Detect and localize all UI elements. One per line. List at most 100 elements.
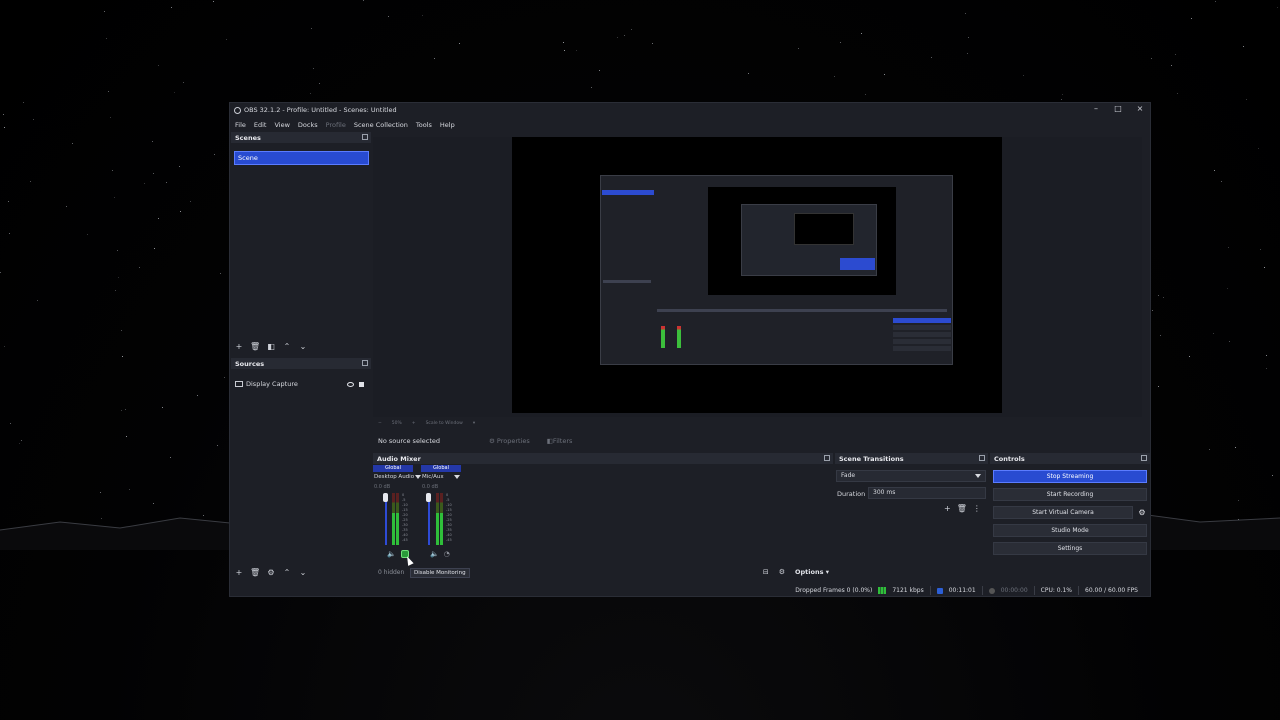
scale-mode[interactable]: Scale to Window: [426, 421, 463, 426]
menu-file[interactable]: File: [235, 121, 246, 129]
studio-mode-button[interactable]: Studio Mode: [993, 524, 1147, 537]
undock-icon[interactable]: [1141, 455, 1147, 461]
menu-view[interactable]: View: [274, 121, 289, 129]
channel-name[interactable]: Desktop Audio: [374, 474, 414, 480]
star: [33, 119, 34, 120]
volume-fader-track[interactable]: [385, 497, 387, 545]
start-virtual-camera-button[interactable]: Start Virtual Camera: [993, 506, 1133, 519]
zoom-in-icon[interactable]: +: [412, 421, 416, 426]
undock-icon[interactable]: [362, 134, 368, 140]
volume-fader-handle[interactable]: [426, 493, 431, 502]
chevron-down-icon[interactable]: ▾: [473, 421, 475, 426]
undock-icon[interactable]: [979, 455, 985, 461]
lock-icon[interactable]: [359, 381, 364, 387]
star: [183, 82, 184, 83]
volume-fader-handle[interactable]: [383, 493, 388, 502]
star: [931, 57, 932, 58]
star: [564, 50, 565, 51]
preview-canvas[interactable]: [512, 137, 1002, 413]
add-source-icon[interactable]: +: [234, 568, 244, 577]
star: [112, 170, 113, 171]
undock-icon[interactable]: [362, 360, 368, 366]
scene-filters-icon[interactable]: ◧: [266, 342, 276, 351]
stop-streaming-button[interactable]: Stop Streaming: [993, 470, 1147, 483]
zoom-out-icon[interactable]: −: [378, 421, 382, 426]
add-scene-icon[interactable]: +: [234, 342, 244, 351]
star: [840, 42, 841, 43]
filters-button[interactable]: ◧Filters: [541, 437, 579, 445]
menu-tools[interactable]: Tools: [416, 121, 432, 129]
channel-menu-chevron-icon[interactable]: [454, 475, 460, 479]
options-label: Options: [794, 568, 824, 576]
hidden-count[interactable]: 0 hidden: [378, 569, 404, 576]
star: [197, 395, 198, 396]
source-name: Display Capture: [246, 380, 298, 388]
source-row-display-capture[interactable]: Display Capture: [235, 380, 367, 388]
visibility-eye-icon[interactable]: [347, 381, 354, 387]
remove-scene-icon[interactable]: 🗑: [250, 342, 260, 351]
star: [121, 330, 122, 331]
menu-scene-collection[interactable]: Scene Collection: [354, 121, 408, 129]
divider: [1033, 586, 1035, 595]
star: [1229, 341, 1230, 342]
duration-field[interactable]: 300 ms: [868, 487, 986, 499]
monitoring-headphones-icon[interactable]: ◔: [444, 550, 450, 558]
star: [3, 114, 4, 115]
title-bar: OBS 32.1.2 - Profile: Untitled - Scenes:…: [230, 103, 1150, 117]
close-button[interactable]: ×: [1134, 104, 1146, 113]
star: [87, 234, 88, 235]
source-up-icon[interactable]: ⌃: [282, 568, 292, 577]
remove-transition-icon[interactable]: 🗑: [957, 504, 967, 513]
start-recording-button[interactable]: Start Recording: [993, 488, 1147, 501]
layout-toggle-icon[interactable]: ⊟: [763, 568, 769, 576]
menu-help[interactable]: Help: [440, 121, 455, 129]
star: [154, 248, 155, 249]
settings-button[interactable]: Settings: [993, 542, 1147, 555]
channel-name[interactable]: Mic/Aux: [422, 474, 444, 480]
move-up-icon[interactable]: ⌃: [282, 342, 292, 351]
star: [1235, 447, 1236, 448]
menu-docks[interactable]: Docks: [298, 121, 318, 129]
star: [1277, 7, 1278, 8]
mute-speaker-icon[interactable]: 🔈: [387, 550, 396, 558]
controls-title: Controls: [994, 454, 1025, 463]
move-down-icon[interactable]: ⌄: [298, 342, 308, 351]
zoom-level: 50%: [391, 420, 402, 426]
star: [21, 440, 22, 441]
controls-dock-title: Controls: [990, 453, 1150, 464]
maximize-button[interactable]: □: [1112, 104, 1124, 113]
audio-mixer-body: Global Desktop Audio 0.0 dB 0 -5 -10 -15…: [373, 465, 833, 565]
advanced-audio-icon[interactable]: ⚙: [779, 568, 785, 576]
virtual-camera-gear-icon[interactable]: ⚙: [1136, 507, 1148, 519]
divider: [981, 586, 983, 595]
remove-source-icon[interactable]: 🗑: [250, 568, 260, 577]
channel-mic-aux: Global Mic/Aux 0.0 dB 0 -5 -10 -15 -20 -…: [421, 465, 463, 565]
star: [126, 436, 127, 437]
menu-profile[interactable]: Profile: [326, 121, 346, 129]
scene-item[interactable]: Scene: [234, 151, 369, 165]
properties-button[interactable]: ⚙ Properties: [483, 437, 536, 445]
star: [108, 91, 109, 92]
minimize-button[interactable]: –: [1090, 104, 1102, 113]
volume-meter-right: [440, 493, 443, 545]
audio-mixer-title: Audio Mixer: [377, 454, 421, 463]
star: [967, 53, 968, 54]
transition-select[interactable]: Fade: [836, 470, 986, 482]
channel-desktop-audio: Global Desktop Audio 0.0 dB 0 -5 -10 -15…: [373, 465, 421, 565]
add-transition-icon[interactable]: +: [944, 504, 951, 513]
star: [8, 201, 9, 202]
options-button[interactable]: Options ▾: [795, 568, 829, 576]
menu-edit[interactable]: Edit: [254, 121, 267, 129]
undock-icon[interactable]: [824, 455, 830, 461]
star: [1163, 297, 1164, 298]
star: [865, 94, 866, 95]
transition-menu-icon[interactable]: ⋮: [973, 504, 981, 513]
star: [652, 43, 653, 44]
mute-speaker-icon[interactable]: 🔈: [430, 550, 439, 558]
star: [861, 33, 862, 34]
source-properties-gear-icon[interactable]: ⚙: [266, 568, 276, 577]
star: [311, 28, 312, 29]
preview-area[interactable]: [373, 137, 1142, 417]
source-down-icon[interactable]: ⌄: [298, 568, 308, 577]
volume-fader-track[interactable]: [428, 497, 430, 545]
